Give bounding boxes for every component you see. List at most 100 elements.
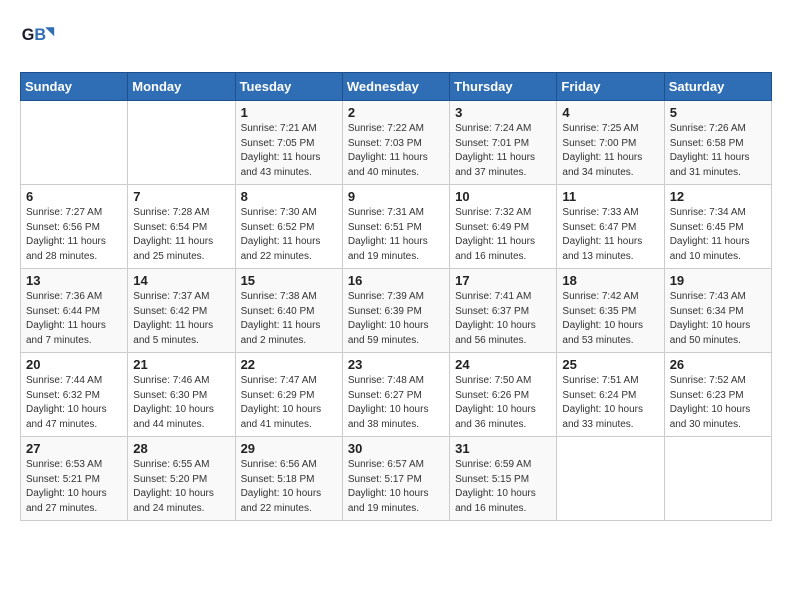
day-number: 17 bbox=[455, 273, 551, 288]
calendar-cell: 15 Sunrise: 7:38 AM Sunset: 6:40 PM Dayli… bbox=[235, 269, 342, 353]
calendar-cell: 26 Sunrise: 7:52 AM Sunset: 6:23 PM Dayli… bbox=[664, 353, 771, 437]
calendar-cell: 9 Sunrise: 7:31 AM Sunset: 6:51 PM Daylig… bbox=[342, 185, 449, 269]
column-header-monday: Monday bbox=[128, 73, 235, 101]
calendar-week-5: 27Sunrise: 6:53 AM Sunset: 5:21 PM Dayli… bbox=[21, 437, 772, 521]
calendar-cell: 17 Sunrise: 7:41 AM Sunset: 6:37 PM Dayli… bbox=[450, 269, 557, 353]
calendar-cell bbox=[557, 437, 664, 521]
day-info: Sunrise: 7:38 AM Sunset: 6:40 PM Dayligh… bbox=[241, 290, 337, 348]
day-number: 8 bbox=[241, 189, 337, 204]
calendar-week-2: 6 Sunrise: 7:27 AM Sunset: 6:56 PM Daylig… bbox=[21, 185, 772, 269]
calendar-cell bbox=[21, 101, 128, 185]
day-info: Sunrise: 7:41 AM Sunset: 6:37 PM Dayligh… bbox=[455, 290, 551, 348]
day-number: 2 bbox=[348, 105, 444, 120]
calendar-cell: 1Sunrise: 7:21 AM Sunset: 7:05 PM Daylig… bbox=[235, 101, 342, 185]
svg-text:B: B bbox=[34, 26, 46, 44]
day-info: Sunrise: 6:53 AM Sunset: 5:21 PM Dayligh… bbox=[26, 458, 122, 516]
column-header-sunday: Sunday bbox=[21, 73, 128, 101]
day-info: Sunrise: 7:43 AM Sunset: 6:34 PM Dayligh… bbox=[670, 290, 766, 348]
day-info: Sunrise: 7:50 AM Sunset: 6:26 PM Dayligh… bbox=[455, 374, 551, 432]
day-number: 10 bbox=[455, 189, 551, 204]
calendar-cell: 12 Sunrise: 7:34 AM Sunset: 6:45 PM Dayli… bbox=[664, 185, 771, 269]
logo-icon: G B bbox=[20, 20, 56, 56]
calendar-cell: 13Sunrise: 7:36 AM Sunset: 6:44 PM Dayli… bbox=[21, 269, 128, 353]
day-info: Sunrise: 7:52 AM Sunset: 6:23 PM Dayligh… bbox=[670, 374, 766, 432]
day-number: 11 bbox=[562, 189, 658, 204]
logo: G B bbox=[20, 20, 62, 56]
calendar-body: 1Sunrise: 7:21 AM Sunset: 7:05 PM Daylig… bbox=[21, 101, 772, 521]
day-number: 24 bbox=[455, 357, 551, 372]
day-number: 18 bbox=[562, 273, 658, 288]
day-info: Sunrise: 7:22 AM Sunset: 7:03 PM Dayligh… bbox=[348, 122, 444, 180]
calendar-cell: 22 Sunrise: 7:47 AM Sunset: 6:29 PM Dayli… bbox=[235, 353, 342, 437]
day-number: 28 bbox=[133, 441, 229, 456]
calendar-cell: 23Sunrise: 7:48 AM Sunset: 6:27 PM Dayli… bbox=[342, 353, 449, 437]
day-number: 4 bbox=[562, 105, 658, 120]
calendar-cell: 11 Sunrise: 7:33 AM Sunset: 6:47 PM Dayli… bbox=[557, 185, 664, 269]
calendar-cell: 16Sunrise: 7:39 AM Sunset: 6:39 PM Dayli… bbox=[342, 269, 449, 353]
day-info: Sunrise: 7:34 AM Sunset: 6:45 PM Dayligh… bbox=[670, 206, 766, 264]
day-info: Sunrise: 7:25 AM Sunset: 7:00 PM Dayligh… bbox=[562, 122, 658, 180]
day-number: 19 bbox=[670, 273, 766, 288]
day-number: 31 bbox=[455, 441, 551, 456]
calendar-cell: 24 Sunrise: 7:50 AM Sunset: 6:26 PM Dayli… bbox=[450, 353, 557, 437]
day-number: 29 bbox=[241, 441, 337, 456]
calendar-cell: 25Sunrise: 7:51 AM Sunset: 6:24 PM Dayli… bbox=[557, 353, 664, 437]
column-header-wednesday: Wednesday bbox=[342, 73, 449, 101]
day-info: Sunrise: 7:26 AM Sunset: 6:58 PM Dayligh… bbox=[670, 122, 766, 180]
day-number: 7 bbox=[133, 189, 229, 204]
day-number: 3 bbox=[455, 105, 551, 120]
day-info: Sunrise: 7:32 AM Sunset: 6:49 PM Dayligh… bbox=[455, 206, 551, 264]
day-number: 22 bbox=[241, 357, 337, 372]
day-number: 9 bbox=[348, 189, 444, 204]
day-number: 16 bbox=[348, 273, 444, 288]
day-info: Sunrise: 7:27 AM Sunset: 6:56 PM Dayligh… bbox=[26, 206, 122, 264]
day-number: 20 bbox=[26, 357, 122, 372]
calendar-cell: 20 Sunrise: 7:44 AM Sunset: 6:32 PM Dayli… bbox=[21, 353, 128, 437]
calendar-cell: 14 Sunrise: 7:37 AM Sunset: 6:42 PM Dayli… bbox=[128, 269, 235, 353]
day-info: Sunrise: 6:56 AM Sunset: 5:18 PM Dayligh… bbox=[241, 458, 337, 516]
day-info: Sunrise: 7:28 AM Sunset: 6:54 PM Dayligh… bbox=[133, 206, 229, 264]
calendar-cell: 10 Sunrise: 7:32 AM Sunset: 6:49 PM Dayli… bbox=[450, 185, 557, 269]
day-number: 15 bbox=[241, 273, 337, 288]
day-info: Sunrise: 7:46 AM Sunset: 6:30 PM Dayligh… bbox=[133, 374, 229, 432]
day-info: Sunrise: 7:30 AM Sunset: 6:52 PM Dayligh… bbox=[241, 206, 337, 264]
day-info: Sunrise: 7:31 AM Sunset: 6:51 PM Dayligh… bbox=[348, 206, 444, 264]
day-info: Sunrise: 7:42 AM Sunset: 6:35 PM Dayligh… bbox=[562, 290, 658, 348]
column-header-friday: Friday bbox=[557, 73, 664, 101]
calendar-cell: 30Sunrise: 6:57 AM Sunset: 5:17 PM Dayli… bbox=[342, 437, 449, 521]
day-number: 26 bbox=[670, 357, 766, 372]
calendar-cell: 7 Sunrise: 7:28 AM Sunset: 6:54 PM Daylig… bbox=[128, 185, 235, 269]
column-header-saturday: Saturday bbox=[664, 73, 771, 101]
day-number: 12 bbox=[670, 189, 766, 204]
day-info: Sunrise: 7:33 AM Sunset: 6:47 PM Dayligh… bbox=[562, 206, 658, 264]
calendar-table: SundayMondayTuesdayWednesdayThursdayFrid… bbox=[20, 72, 772, 521]
day-info: Sunrise: 7:48 AM Sunset: 6:27 PM Dayligh… bbox=[348, 374, 444, 432]
day-number: 30 bbox=[348, 441, 444, 456]
calendar-cell: 21 Sunrise: 7:46 AM Sunset: 6:30 PM Dayli… bbox=[128, 353, 235, 437]
calendar-cell: 2 Sunrise: 7:22 AM Sunset: 7:03 PM Daylig… bbox=[342, 101, 449, 185]
day-info: Sunrise: 7:21 AM Sunset: 7:05 PM Dayligh… bbox=[241, 122, 337, 180]
page-header: G B bbox=[20, 20, 772, 56]
calendar-header-row: SundayMondayTuesdayWednesdayThursdayFrid… bbox=[21, 73, 772, 101]
calendar-cell: 19 Sunrise: 7:43 AM Sunset: 6:34 PM Dayli… bbox=[664, 269, 771, 353]
day-number: 6 bbox=[26, 189, 122, 204]
day-info: Sunrise: 7:51 AM Sunset: 6:24 PM Dayligh… bbox=[562, 374, 658, 432]
day-info: Sunrise: 6:55 AM Sunset: 5:20 PM Dayligh… bbox=[133, 458, 229, 516]
day-info: Sunrise: 7:36 AM Sunset: 6:44 PM Dayligh… bbox=[26, 290, 122, 348]
column-header-tuesday: Tuesday bbox=[235, 73, 342, 101]
day-number: 21 bbox=[133, 357, 229, 372]
day-info: Sunrise: 7:37 AM Sunset: 6:42 PM Dayligh… bbox=[133, 290, 229, 348]
day-info: Sunrise: 7:47 AM Sunset: 6:29 PM Dayligh… bbox=[241, 374, 337, 432]
day-number: 14 bbox=[133, 273, 229, 288]
calendar-cell: 4 Sunrise: 7:25 AM Sunset: 7:00 PM Daylig… bbox=[557, 101, 664, 185]
day-info: Sunrise: 6:59 AM Sunset: 5:15 PM Dayligh… bbox=[455, 458, 551, 516]
calendar-cell: 29 Sunrise: 6:56 AM Sunset: 5:18 PM Dayli… bbox=[235, 437, 342, 521]
calendar-cell: 5 Sunrise: 7:26 AM Sunset: 6:58 PM Daylig… bbox=[664, 101, 771, 185]
calendar-week-3: 13Sunrise: 7:36 AM Sunset: 6:44 PM Dayli… bbox=[21, 269, 772, 353]
calendar-cell: 27Sunrise: 6:53 AM Sunset: 5:21 PM Dayli… bbox=[21, 437, 128, 521]
day-number: 5 bbox=[670, 105, 766, 120]
day-info: Sunrise: 7:44 AM Sunset: 6:32 PM Dayligh… bbox=[26, 374, 122, 432]
calendar-week-4: 20 Sunrise: 7:44 AM Sunset: 6:32 PM Dayli… bbox=[21, 353, 772, 437]
calendar-cell: 18 Sunrise: 7:42 AM Sunset: 6:35 PM Dayli… bbox=[557, 269, 664, 353]
svg-text:G: G bbox=[22, 26, 35, 44]
